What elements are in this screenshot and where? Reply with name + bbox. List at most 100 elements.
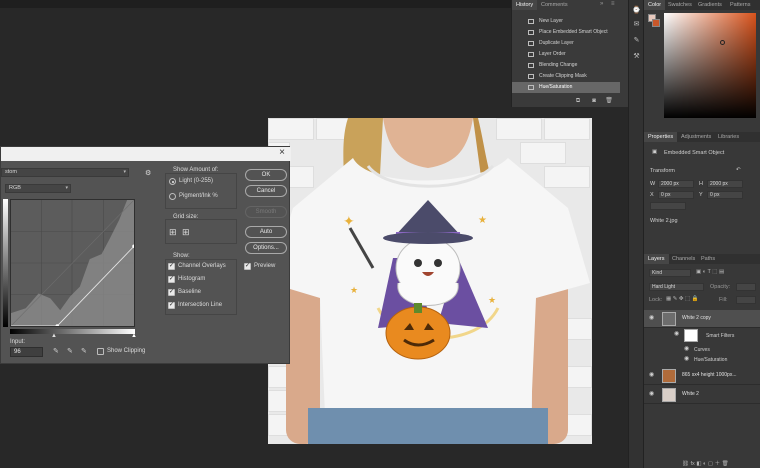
- tool-preset-icon[interactable]: ⚒: [632, 52, 641, 61]
- eye-icon[interactable]: ◉: [649, 372, 656, 378]
- panel-menu-icon[interactable]: ≡: [611, 1, 615, 7]
- tab-history[interactable]: History: [512, 0, 538, 10]
- dialog-title-bar[interactable]: ×: [1, 147, 291, 161]
- smart-filters-row[interactable]: ◉ Smart Filters: [644, 328, 760, 342]
- fill-field[interactable]: [736, 296, 756, 304]
- right-panel-dock: Color Swatches Gradients Patterns Proper…: [643, 0, 760, 468]
- ok-button[interactable]: OK: [245, 169, 287, 181]
- opacity-field[interactable]: [736, 283, 756, 291]
- tab-swatches[interactable]: Swatches: [664, 0, 696, 10]
- history-item[interactable]: Create Clipping Mask: [512, 71, 620, 82]
- tab-paths[interactable]: Paths: [697, 254, 719, 264]
- curves-graph[interactable]: [10, 199, 135, 327]
- linked-file-name: White 2.jpg: [650, 218, 678, 224]
- tab-comments[interactable]: Comments: [537, 0, 572, 10]
- history-step-icon: [528, 52, 534, 57]
- preview-checkbox[interactable]: ✓: [244, 263, 251, 270]
- tab-gradients[interactable]: Gradients: [694, 0, 726, 10]
- smooth-button[interactable]: Smooth: [245, 206, 287, 218]
- layer-filter-icons[interactable]: ▣ ◐ T ⬚ ▤: [696, 269, 724, 275]
- cancel-button[interactable]: Cancel: [245, 185, 287, 197]
- history-step-icon: [528, 19, 534, 24]
- filter-mask-thumbnail: [684, 329, 698, 342]
- eye-icon[interactable]: ◉: [684, 346, 691, 352]
- eye-icon[interactable]: ◉: [674, 331, 681, 337]
- preset-dropdown[interactable]: stom ▾: [1, 168, 129, 177]
- close-icon[interactable]: ×: [277, 148, 287, 158]
- show-clipping-checkbox[interactable]: [97, 348, 104, 355]
- reset-transform-icon[interactable]: ↶: [736, 167, 741, 173]
- tab-patterns[interactable]: Patterns: [726, 0, 754, 10]
- blend-mode-dropdown[interactable]: Hard Light: [649, 283, 704, 291]
- black-eyedropper-icon[interactable]: ✎: [53, 347, 62, 356]
- color-picker-cursor[interactable]: [720, 40, 725, 45]
- chevron-down-icon: ▾: [123, 169, 126, 175]
- history-item[interactable]: New Layer: [512, 16, 620, 27]
- histogram-checkbox[interactable]: ✓: [168, 276, 175, 283]
- collapse-icon[interactable]: »: [600, 1, 603, 7]
- light-radio[interactable]: [169, 178, 176, 185]
- history-item-selected[interactable]: Hue/Saturation: [512, 82, 620, 93]
- options-button[interactable]: Options...: [245, 242, 287, 254]
- history-item[interactable]: Layer Order: [512, 49, 620, 60]
- intersection-line-checkbox[interactable]: ✓: [168, 302, 175, 309]
- history-item[interactable]: Place Embedded Smart Object: [512, 27, 620, 38]
- x-field[interactable]: 0 px: [658, 191, 694, 199]
- baseline-label: Baseline: [178, 289, 202, 295]
- gear-icon[interactable]: ⚙: [145, 169, 151, 177]
- filter-row-curves[interactable]: ◉ Curves: [644, 345, 760, 355]
- snapshot-camera-icon[interactable]: ◙: [590, 98, 598, 105]
- input-label: Input:: [10, 339, 26, 345]
- preset-value: stom: [5, 169, 17, 175]
- lock-icons[interactable]: ▦ ✎ ✥ ⬚ 🔒: [666, 296, 699, 302]
- white-point-slider[interactable]: ▲: [131, 333, 137, 339]
- channel-dropdown[interactable]: RGB ▾: [5, 184, 71, 193]
- filter-row-hue-saturation[interactable]: ◉ Hue/Saturation: [644, 355, 760, 365]
- history-item[interactable]: Duplicate Layer: [512, 38, 620, 49]
- auto-button[interactable]: Auto: [245, 226, 287, 238]
- eye-icon[interactable]: ◉: [684, 356, 691, 362]
- baseline-checkbox[interactable]: ✓: [168, 289, 175, 296]
- svg-text:★: ★: [488, 295, 496, 305]
- smooth-label: Smooth: [255, 209, 277, 215]
- image-canvas[interactable]: ✦ ★ ★ ★: [268, 118, 592, 444]
- eye-icon[interactable]: ◉: [649, 315, 656, 321]
- detailed-grid-icon[interactable]: ⊞: [182, 227, 190, 238]
- layer-row[interactable]: ◉ 865 sx4 height 1000px...: [644, 367, 760, 385]
- brush-icon[interactable]: ✎: [632, 36, 641, 45]
- y-field[interactable]: 0 px: [707, 191, 743, 199]
- tab-channels[interactable]: Channels: [668, 254, 699, 264]
- trash-icon[interactable]: 🗑: [605, 98, 613, 105]
- tab-layers[interactable]: Layers: [644, 254, 669, 264]
- width-field[interactable]: 2000 px: [658, 180, 694, 188]
- svg-text:✦: ✦: [343, 214, 355, 230]
- simple-grid-icon[interactable]: ⊞: [169, 227, 177, 238]
- brick: [268, 118, 314, 140]
- pigment-radio[interactable]: [169, 193, 176, 200]
- tab-libraries[interactable]: Libraries: [714, 132, 743, 142]
- history-step-icon: [528, 30, 534, 35]
- channel-overlays-checkbox[interactable]: ✓: [168, 263, 175, 270]
- new-document-from-state-icon[interactable]: ⧉: [574, 98, 582, 105]
- filter-name: Hue/Saturation: [694, 357, 728, 363]
- input-value-field[interactable]: 96: [10, 347, 43, 357]
- history-icon[interactable]: ⌚: [632, 6, 641, 15]
- height-field[interactable]: 2000 px: [707, 180, 743, 188]
- history-step-icon: [528, 74, 534, 79]
- layer-filter-kind[interactable]: Kind: [649, 269, 691, 277]
- angle-field[interactable]: [650, 202, 686, 210]
- background-color-swatch[interactable]: [652, 19, 660, 27]
- eye-icon[interactable]: ◉: [649, 391, 656, 397]
- comments-icon[interactable]: ✉: [632, 20, 641, 29]
- layer-row[interactable]: ◉ White 2: [644, 386, 760, 404]
- tab-properties[interactable]: Properties: [644, 132, 678, 142]
- white-eyedropper-icon[interactable]: ✎: [81, 347, 90, 356]
- history-item[interactable]: Blending Change: [512, 60, 620, 71]
- layer-row[interactable]: ◉ White 2 copy: [644, 310, 760, 328]
- black-point-slider[interactable]: ▲: [51, 333, 57, 339]
- color-picker-field[interactable]: [664, 13, 756, 118]
- tab-color[interactable]: Color: [644, 0, 666, 10]
- tab-adjustments[interactable]: Adjustments: [677, 132, 715, 142]
- gray-eyedropper-icon[interactable]: ✎: [67, 347, 76, 356]
- layer-bottom-icons[interactable]: ⛓ fx ◧ ◐ ▢ ＋ 🗑: [682, 459, 729, 467]
